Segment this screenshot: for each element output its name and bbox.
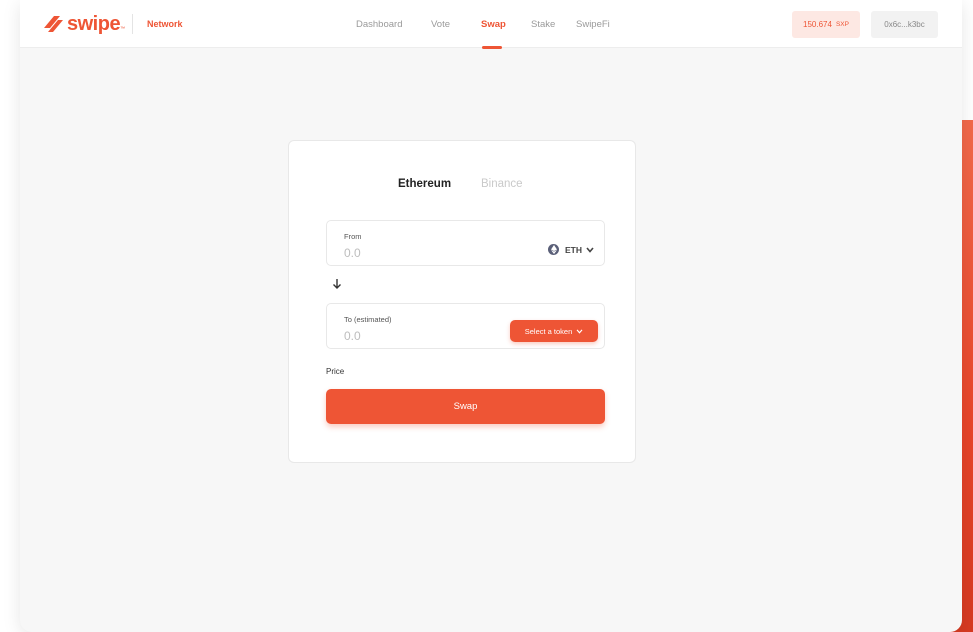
nav-dashboard[interactable]: Dashboard — [356, 19, 402, 30]
sxp-balance-badge[interactable]: 150.674 SXP — [792, 11, 860, 38]
ethereum-icon — [548, 244, 559, 255]
from-label: From — [344, 232, 362, 241]
from-input-box[interactable]: From 0.0 ETH — [326, 220, 605, 266]
chevron-down-icon — [576, 328, 583, 334]
swap-card: Ethereum Binance From 0.0 ETH To (estima… — [288, 140, 636, 463]
to-label: To (estimated) — [344, 315, 392, 324]
tab-binance[interactable]: Binance — [481, 178, 523, 190]
wallet-address-button[interactable]: 0x6c...k3bc — [871, 11, 938, 38]
arrow-down-icon[interactable] — [332, 278, 342, 290]
swap-button[interactable]: Swap — [326, 389, 605, 424]
top-navigation-bar: swipe ™ Network Dashboard Vote Swap Stak… — [20, 0, 962, 49]
to-amount-input[interactable]: 0.0 — [344, 329, 361, 343]
nav-vote[interactable]: Vote — [431, 19, 450, 30]
from-amount-input[interactable]: 0.0 — [344, 246, 361, 260]
chevron-down-icon — [586, 246, 594, 253]
nav-active-indicator — [482, 46, 502, 49]
from-token-selector[interactable]: ETH — [548, 244, 594, 255]
price-label: Price — [326, 367, 345, 376]
nav-swap[interactable]: Swap — [481, 19, 506, 30]
select-token-label: Select a token — [524, 326, 573, 336]
app-window: swipe ™ Network Dashboard Vote Swap Stak… — [20, 0, 962, 632]
nav-stake[interactable]: Stake — [531, 19, 555, 30]
from-token-symbol: ETH — [565, 244, 582, 255]
nav-swipefi[interactable]: SwipeFi — [576, 19, 610, 30]
to-input-box[interactable]: To (estimated) 0.0 Select a token — [326, 303, 605, 349]
select-token-button[interactable]: Select a token — [510, 320, 598, 342]
tab-ethereum[interactable]: Ethereum — [398, 178, 451, 190]
balance-amount: 150.674 — [803, 20, 832, 29]
balance-unit: SXP — [835, 21, 849, 28]
